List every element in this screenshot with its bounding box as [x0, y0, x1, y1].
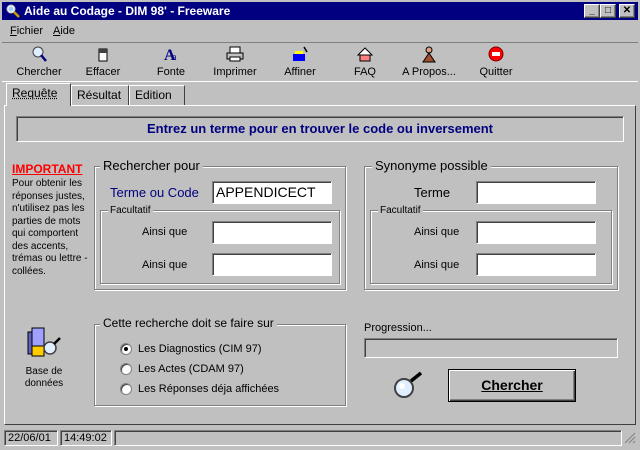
search-also2-input[interactable]	[212, 253, 332, 276]
search-button[interactable]: Chercher	[448, 369, 576, 402]
radio-diagnostics[interactable]	[120, 343, 132, 355]
tab-requete[interactable]: Requête	[6, 83, 71, 106]
radio-actes[interactable]	[120, 363, 132, 375]
radio-reponses[interactable]	[120, 383, 132, 395]
synonym-term-input[interactable]	[476, 181, 596, 204]
status-time: 14:49:02	[60, 430, 112, 446]
toolbar-fonte-button[interactable]: Aa Fonte	[152, 45, 190, 81]
database-label-line2: données	[24, 378, 64, 389]
search-also1-label: Ainsi que	[142, 226, 188, 238]
search-also2-label: Ainsi que	[142, 259, 188, 271]
svg-text:a: a	[172, 52, 177, 63]
important-text: Pour obtenir les réponses justes, n'util…	[12, 178, 88, 277]
toolbar-chercher-button[interactable]: Chercher	[14, 45, 64, 81]
status-bar: 22/06/01 14:49:02	[2, 428, 638, 448]
search-group-title: Rechercher pour	[100, 158, 203, 173]
maximize-button[interactable]: □	[600, 4, 616, 18]
tab-resultat[interactable]: Résultat	[71, 85, 129, 105]
tab-edition[interactable]: Edition	[129, 85, 185, 105]
scope-group-title: Cette recherche doit se faire sur	[100, 316, 277, 330]
radio-reponses-label[interactable]: Les Réponses déja affichées	[138, 383, 279, 395]
radio-diagnostics-label[interactable]: Les Diagnostics (CIM 97)	[138, 343, 262, 355]
app-icon[interactable]	[5, 3, 21, 19]
title-bar[interactable]: Aide au Codage - DIM 98' - Freeware _ □ …	[2, 2, 638, 20]
magnifier-icon	[32, 46, 47, 62]
status-message	[114, 430, 622, 446]
toolbar-apropos-button[interactable]: A Propos...	[400, 45, 458, 81]
menu-bar: Fichier Aide	[2, 22, 638, 40]
synonym-group-title: Synonyme possible	[372, 158, 491, 173]
quit-icon	[488, 46, 504, 62]
search-optional-title: Facultatif	[108, 205, 153, 216]
toolbar-imprimer-button[interactable]: Imprimer	[210, 45, 260, 81]
database-label-line1: Base de	[25, 366, 63, 377]
about-icon	[422, 46, 436, 63]
search-also1-input[interactable]	[212, 221, 332, 244]
database-icon[interactable]	[24, 326, 62, 362]
magnifier-icon	[394, 371, 423, 398]
close-button[interactable]: ✕	[619, 4, 635, 18]
minimize-button[interactable]: _	[584, 4, 600, 18]
menu-fichier[interactable]: Fichier	[10, 25, 43, 37]
toolbar-effacer-button[interactable]: Effacer	[82, 45, 124, 81]
progress-bar	[364, 338, 618, 358]
synonym-also2-label: Ainsi que	[414, 259, 460, 271]
faq-icon	[356, 47, 374, 62]
synonym-optional-title: Facultatif	[378, 205, 423, 216]
toolbar-faq-button[interactable]: FAQ	[350, 45, 380, 81]
toolbar-quitter-button[interactable]: Quitter	[476, 45, 516, 81]
font-icon: Aa	[164, 47, 177, 63]
synonym-term-label: Terme	[414, 185, 451, 200]
term-or-code-label: Terme ou Code	[110, 185, 199, 200]
resize-grip-icon[interactable]	[624, 432, 636, 444]
synonym-also2-input[interactable]	[476, 253, 596, 276]
refine-icon	[293, 46, 308, 61]
term-or-code-input[interactable]: APPENDICECT	[212, 181, 332, 204]
toolbar: Chercher Effacer Aa Fonte Imprimer Affin…	[2, 42, 638, 82]
toolbar-affiner-button[interactable]: Affiner	[280, 45, 320, 81]
radio-actes-label[interactable]: Les Actes (CDAM 97)	[138, 363, 244, 375]
important-title: IMPORTANT	[12, 162, 83, 176]
instruction-banner: Entrez un terme pour en trouver le code …	[16, 116, 624, 142]
progress-label: Progression...	[364, 322, 432, 334]
window-title: Aide au Codage - DIM 98' - Freeware	[24, 4, 231, 18]
synonym-also1-input[interactable]	[476, 221, 596, 244]
menu-aide[interactable]: Aide	[53, 25, 75, 37]
status-date: 22/06/01	[4, 430, 58, 446]
synonym-also1-label: Ainsi que	[414, 226, 460, 238]
eraser-icon	[98, 48, 108, 62]
printer-icon	[226, 46, 244, 62]
